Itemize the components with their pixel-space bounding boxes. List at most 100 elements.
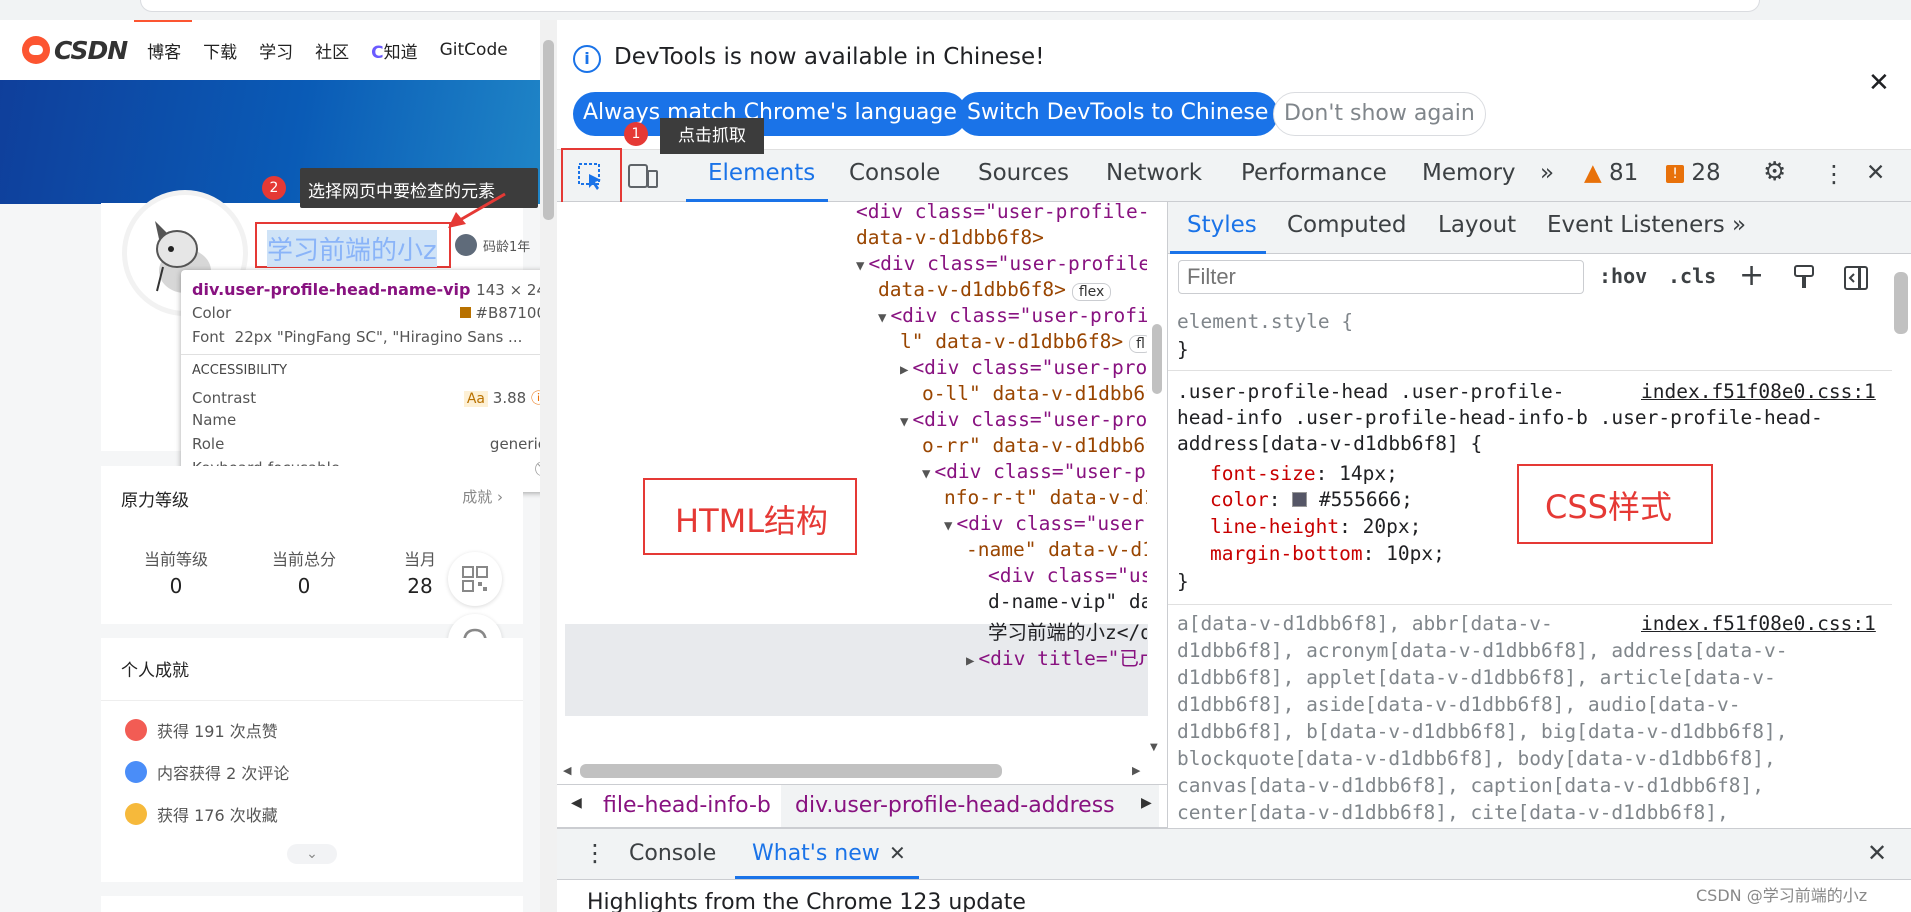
dont-show-button[interactable]: Don't show again bbox=[1273, 92, 1486, 136]
dom-line[interactable]: <div class="user-profile-i bbox=[834, 202, 1147, 223]
crumb-right-icon[interactable]: ▶ bbox=[1141, 795, 1152, 811]
tab-performance[interactable]: Performance bbox=[1241, 160, 1387, 186]
elements-hscrollbar-thumb[interactable] bbox=[580, 764, 1002, 778]
collapse-triangle-icon[interactable]: ▼ bbox=[900, 414, 908, 430]
dom-line[interactable]: ▶ <div title="已л bbox=[966, 642, 1147, 671]
crumb-left-icon[interactable]: ◀ bbox=[571, 795, 582, 811]
flex-badge[interactable]: fl bbox=[1129, 335, 1147, 353]
switch-chinese-button[interactable]: Switch DevTools to Chinese bbox=[957, 92, 1279, 136]
close-tab-icon[interactable]: ✕ bbox=[889, 841, 906, 865]
more-styles-tabs-icon[interactable]: » bbox=[1732, 212, 1746, 238]
username-highlight[interactable]: 学习前端的小z bbox=[255, 222, 451, 268]
collapse-triangle-icon[interactable]: ▼ bbox=[856, 258, 864, 274]
warnings-counter[interactable]: ▲ 81 bbox=[1584, 160, 1638, 186]
drawer-tab-whatsnew[interactable]: What's new bbox=[752, 841, 880, 866]
breadcrumb: ◀ file-head-info-b div.user-profile-head… bbox=[557, 784, 1167, 828]
nav-zhidao[interactable]: C知道 bbox=[371, 38, 417, 63]
elements-scrollbar-thumb[interactable] bbox=[1152, 324, 1162, 394]
dom-line[interactable]: <div class="use bbox=[966, 564, 1147, 587]
flex-badge[interactable]: flex bbox=[1071, 283, 1112, 301]
collapse-triangle-icon[interactable]: ▼ bbox=[944, 518, 952, 534]
drawer-menu-icon[interactable]: ⋮ bbox=[583, 839, 607, 867]
kebab-menu-icon[interactable]: ⋮ bbox=[1822, 160, 1846, 188]
more-tabs-icon[interactable]: » bbox=[1540, 160, 1554, 186]
new-rule-plus-icon[interactable]: + bbox=[1739, 258, 1764, 293]
close-infobar-icon[interactable]: ✕ bbox=[1868, 68, 1890, 98]
achievement-link[interactable]: 成就 › bbox=[462, 486, 503, 507]
rule-divider bbox=[1168, 604, 1892, 605]
dom-line[interactable]: ▼ <div class="user-profi bbox=[878, 304, 1147, 327]
tab-elements[interactable]: Elements bbox=[708, 160, 815, 186]
errors-counter[interactable]: ! 28 bbox=[1666, 160, 1721, 186]
scroll-right-icon[interactable]: ▶ bbox=[1132, 764, 1140, 777]
dom-line[interactable]: data-v-d1dbb6f8> flex bbox=[856, 278, 1112, 301]
dom-line[interactable]: ▼ <div class="user-p bbox=[922, 460, 1146, 483]
qrcode-button[interactable] bbox=[448, 552, 502, 606]
dom-line[interactable]: l" data-v-d1dbb6f8> fl bbox=[878, 330, 1147, 353]
styles-scrollbar-thumb[interactable] bbox=[1894, 272, 1908, 334]
nav-gitcode[interactable]: GitCode bbox=[440, 40, 508, 60]
dom-line[interactable]: nfo-r-t" data-v-d1d bbox=[922, 486, 1147, 509]
elements-scrollbar[interactable] bbox=[1148, 202, 1166, 762]
dom-line[interactable]: d-name-vip" dat bbox=[966, 590, 1147, 613]
dom-line[interactable]: ▶ <div class="user-pro bbox=[900, 356, 1147, 379]
panel-divider[interactable] bbox=[1167, 202, 1168, 828]
nav-blog[interactable]: 博客 bbox=[147, 38, 181, 63]
address-bar[interactable] bbox=[140, 0, 1760, 12]
expand-triangle-icon[interactable]: ▶ bbox=[900, 362, 908, 378]
paint-brush-icon[interactable] bbox=[1792, 264, 1816, 292]
page-scrollbar-thumb[interactable] bbox=[543, 40, 554, 220]
drawer-tab-console[interactable]: Console bbox=[629, 841, 716, 866]
sidebar-toggle-icon[interactable] bbox=[1843, 264, 1869, 292]
styles-scrollbar[interactable] bbox=[1892, 256, 1911, 828]
tab-memory[interactable]: Memory bbox=[1422, 160, 1516, 186]
tab-computed[interactable]: Computed bbox=[1287, 212, 1406, 238]
close-drawer-icon[interactable]: ✕ bbox=[1867, 839, 1887, 867]
expand-triangle-icon[interactable]: ▶ bbox=[966, 653, 974, 669]
dom-line[interactable]: ▼ <div class="user-pro bbox=[900, 408, 1147, 431]
dom-line[interactable]: o-ll" data-v-d1dbb6f bbox=[900, 382, 1147, 405]
nav-download[interactable]: 下载 bbox=[203, 38, 237, 63]
inspect-button-highlight[interactable] bbox=[561, 148, 622, 206]
nav-community[interactable]: 社区 bbox=[315, 38, 349, 63]
tab-styles[interactable]: Styles bbox=[1187, 212, 1257, 238]
rule1-source-link[interactable]: index.f51f08e0.css:1 bbox=[1641, 380, 1876, 403]
drawer-tabbar: ⋮ Console What's new ✕ ✕ bbox=[557, 828, 1911, 880]
dom-line[interactable]: o-rr" data-v-d1dbb6f bbox=[900, 434, 1147, 457]
csdn-logo[interactable]: CSDN bbox=[22, 36, 128, 65]
tab-sources[interactable]: Sources bbox=[978, 160, 1069, 186]
hov-toggle[interactable]: :hov bbox=[1599, 264, 1647, 288]
crumb-item[interactable]: file-head-info-b bbox=[603, 793, 771, 818]
tab-event-listeners[interactable]: Event Listeners bbox=[1547, 212, 1725, 238]
tab-console[interactable]: Console bbox=[849, 160, 940, 186]
crumb-item-selected[interactable]: div.user-profile-head-address bbox=[795, 793, 1115, 818]
tab-network[interactable]: Network bbox=[1106, 160, 1202, 186]
dom-line[interactable]: 学习前端的小z</d bbox=[966, 616, 1147, 645]
element-style-rule[interactable]: element.style { bbox=[1177, 310, 1353, 333]
rule2-source-link[interactable]: index.f51f08e0.css:1 bbox=[1641, 612, 1876, 635]
dom-line[interactable]: ▼ <div class="user- bbox=[944, 512, 1147, 535]
tab-layout[interactable]: Layout bbox=[1438, 212, 1516, 238]
nav-learn[interactable]: 学习 bbox=[259, 38, 293, 63]
collapse-triangle-icon[interactable]: ▼ bbox=[878, 310, 886, 326]
cls-toggle[interactable]: .cls bbox=[1668, 264, 1716, 288]
rule1-prop-font-size[interactable]: font-size: 14px; bbox=[1210, 462, 1398, 485]
settings-gear-icon[interactable]: ⚙ bbox=[1763, 157, 1786, 187]
device-toolbar-icon[interactable] bbox=[626, 162, 660, 192]
rule1-selector-line: head-info .user-profile-head-info-b .use… bbox=[1177, 406, 1823, 429]
dom-line[interactable]: data-v-d1dbb6f8> bbox=[834, 226, 1044, 249]
scroll-left-icon[interactable]: ◀ bbox=[563, 764, 571, 777]
dom-line-text: <div class="user-pro bbox=[912, 408, 1147, 431]
styles-filter-input[interactable] bbox=[1178, 260, 1584, 294]
dom-line[interactable]: -name" data-v-d1d bbox=[944, 538, 1147, 561]
collapse-triangle-icon[interactable]: ▼ bbox=[922, 466, 930, 482]
color-swatch[interactable] bbox=[1292, 492, 1308, 507]
rule1-prop-margin-bottom[interactable]: margin-bottom: 10px; bbox=[1210, 542, 1445, 565]
dom-line[interactable]: ▼ <div class="user-profile bbox=[856, 252, 1147, 275]
rule1-prop-line-height[interactable]: line-height: 20px; bbox=[1210, 515, 1421, 538]
expand-chevron-icon[interactable]: ⌄ bbox=[287, 844, 337, 864]
close-devtools-icon[interactable]: ✕ bbox=[1866, 160, 1885, 186]
styles-tab-indicator bbox=[1170, 251, 1266, 254]
rule1-prop-color[interactable]: color: #555666; bbox=[1210, 488, 1413, 511]
scroll-down-icon[interactable]: ▼ bbox=[1150, 742, 1158, 753]
